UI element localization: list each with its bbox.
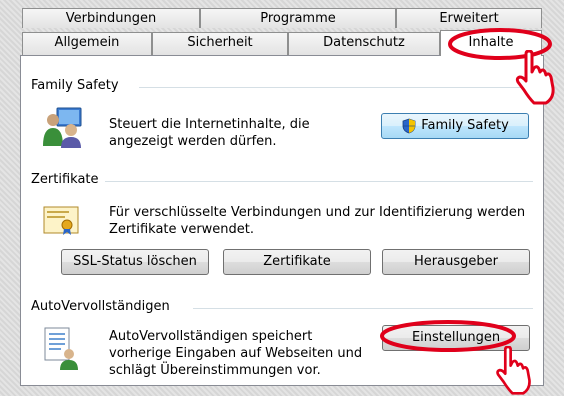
tab-label: Sicherheit [187,35,253,50]
tab-label: Datenschutz [323,35,405,50]
certificates-group-title: Zertifikate [31,172,105,187]
settings-button-label: Einstellungen [411,330,501,345]
family-safety-button[interactable]: Family Safety [381,113,529,139]
ssl-button-label: SSL-Status löschen [73,254,197,269]
family-safety-button-label: Family Safety [421,118,509,133]
tab-label: Verbindungen [65,11,157,26]
content-panel: Family Safety Steuert die Internetinhalt… [20,55,544,386]
tab-label: Programme [260,11,336,26]
publisher-button[interactable]: Herausgeber [382,249,530,275]
autocomplete-description: AutoVervollständigen speichert vorherige… [109,329,363,378]
autocomplete-group-title: AutoVervollständigen [31,299,176,314]
tab-inhalte[interactable]: Inhalte [440,30,542,56]
group-divider [105,181,533,182]
uac-shield-icon [402,118,416,134]
family-users-icon [43,107,82,148]
publisher-button-label: Herausgeber [414,254,498,269]
tab-allgemein[interactable]: Allgemein [22,32,152,55]
internet-options-dialog: Verbindungen Programme Erweitert Allgeme… [20,8,544,386]
tab-verbindungen[interactable]: Verbindungen [22,8,200,28]
tab-label: Allgemein [54,35,120,50]
certificates-description: Für verschlüsselte Verbindungen und zur … [109,205,526,237]
tab-erweitert[interactable]: Erweitert [396,8,542,28]
certificates-button[interactable]: Zertifikate [223,249,371,275]
autocomplete-settings-button[interactable]: Einstellungen [382,325,530,351]
tab-label: Inhalte [468,35,514,50]
group-divider [193,308,533,309]
certificate-icon [43,206,79,235]
group-divider [139,87,533,88]
tab-sicherheit[interactable]: Sicherheit [152,32,288,55]
ssl-status-clear-button[interactable]: SSL-Status löschen [61,249,209,275]
certificates-button-label: Zertifikate [263,254,331,269]
tab-label: Erweitert [439,11,499,26]
autocomplete-form-icon [44,327,78,370]
family-safety-group-title: Family Safety [31,78,125,93]
family-safety-description: Steuert die Internetinhalte, die angezei… [109,117,310,149]
tab-datenschutz[interactable]: Datenschutz [288,32,440,55]
tab-programme[interactable]: Programme [200,8,396,28]
